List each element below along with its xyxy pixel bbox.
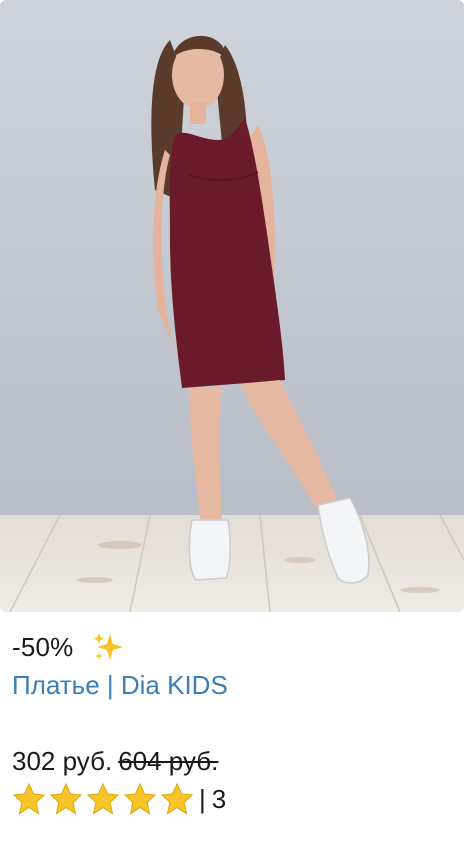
review-count: 3: [211, 783, 227, 814]
star-icon: [86, 782, 120, 815]
discount-badge: -50%: [12, 632, 74, 662]
star-icon: [123, 782, 157, 815]
sparkles-icon: [93, 633, 123, 660]
star-icon: [12, 782, 46, 815]
rating-separator: |: [199, 783, 206, 814]
product-image[interactable]: [0, 0, 464, 612]
star-icon: [160, 782, 194, 815]
rating-row: | 3: [12, 782, 226, 816]
product-title-link[interactable]: Платье | Dia KIDS: [12, 670, 228, 701]
star-icon: [49, 782, 83, 815]
price-row: 302 руб. 604 руб.: [12, 746, 218, 777]
old-price: 604 руб.: [118, 746, 219, 776]
current-price: 302 руб.: [12, 746, 113, 776]
product-card[interactable]: -50% Платье | Dia KIDS 302 руб. 604 руб. …: [0, 0, 464, 844]
